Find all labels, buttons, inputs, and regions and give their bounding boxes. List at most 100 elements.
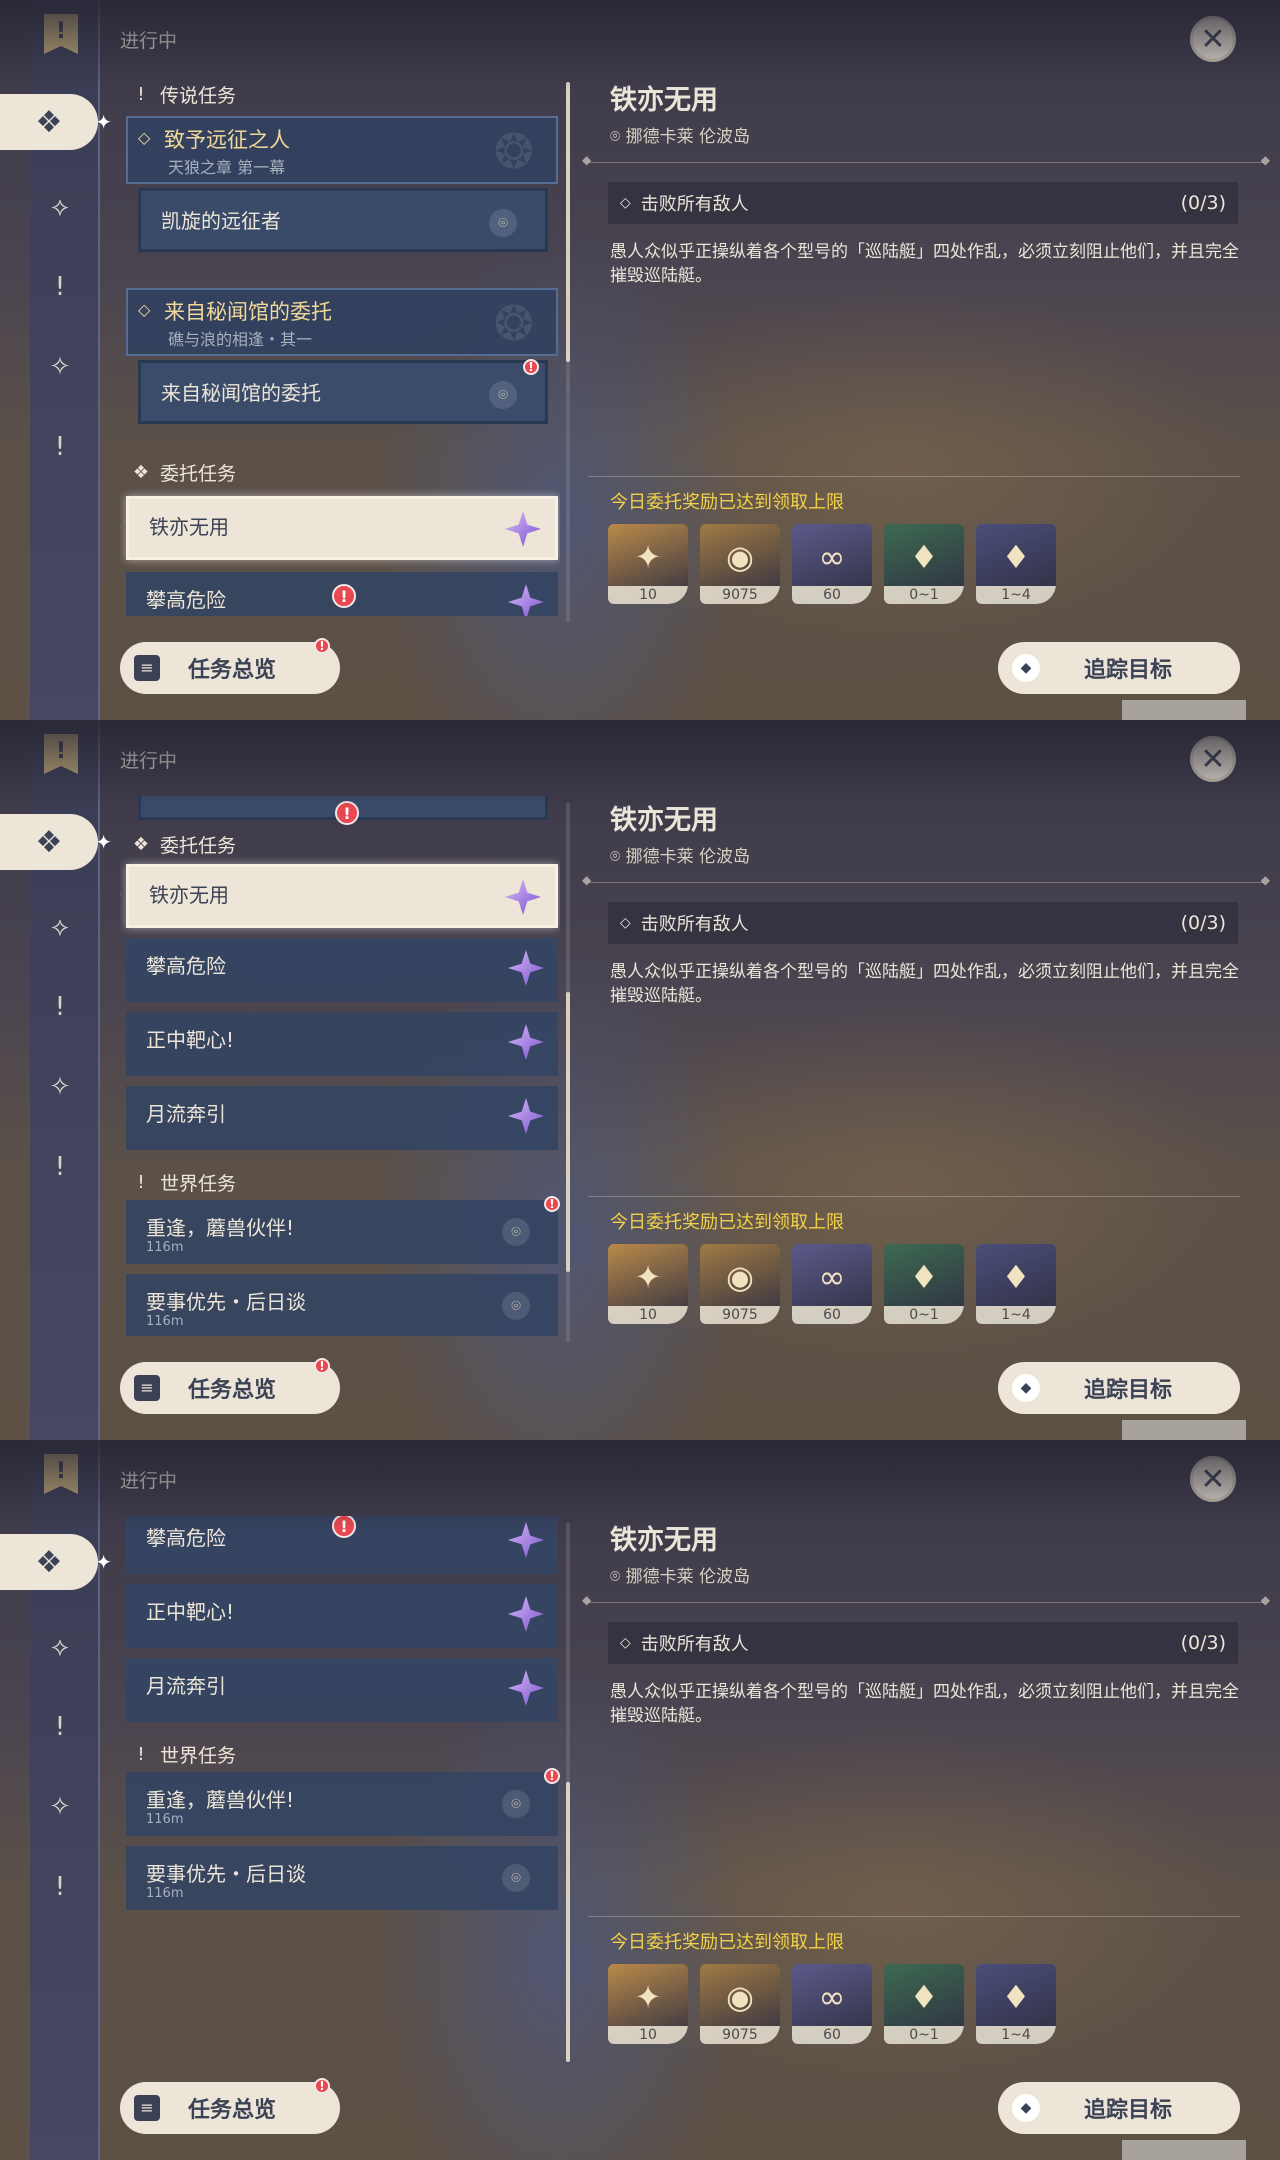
archon-quest-icon[interactable]: ⟡ (33, 180, 87, 234)
commission-gem-icon (508, 1522, 544, 1558)
location-text: 挪德卡莱 伦波岛 (625, 127, 751, 147)
track-target-button[interactable]: ◆ 追踪目标 (998, 2082, 1240, 2134)
mora-icon: ◉ (726, 1258, 754, 1296)
reward-item[interactable]: ◉ 9075 (700, 1964, 780, 2044)
chapter-title: 致予远征之人 (164, 128, 290, 152)
reward-item[interactable]: ♦ 0~1 (884, 1244, 964, 1324)
reward-count: 0~1 (884, 586, 964, 604)
quest-item[interactable]: 攀高危险 (126, 938, 558, 1002)
crystal-small-icon: ♦ (909, 538, 939, 576)
mora-icon: ◉ (726, 538, 754, 576)
location-pin-icon[interactable]: ⌾ (502, 1218, 530, 1246)
reward-item[interactable]: ✦ 10 (608, 1244, 688, 1324)
alert-badge: ! (314, 2078, 330, 2094)
scrollbar[interactable] (566, 802, 570, 1342)
alert-badge: ! (314, 638, 330, 654)
location-pin-icon[interactable]: ⌾ (489, 209, 517, 237)
quest-item[interactable]: 月流奔引 (126, 1658, 558, 1722)
location-pin-icon[interactable]: ⌾ (502, 1292, 530, 1320)
world-quest-icon[interactable]: ! (33, 260, 87, 314)
quest-item[interactable]: 重逢，蘑兽伙伴! 116m ⌾ ! (126, 1196, 560, 1264)
quest-item[interactable]: 月流奔引 (126, 1086, 558, 1150)
scroll-thumb[interactable] (566, 82, 570, 362)
story-quest-icon[interactable]: ✧ (33, 1780, 87, 1834)
companionship-exp-icon: ∞ (818, 538, 846, 576)
divider (588, 476, 1240, 477)
quest-item-selected[interactable]: 铁亦无用 (126, 496, 558, 560)
section-label: 委托任务 (160, 834, 237, 857)
quest-item[interactable]: 正中靶心! (126, 1012, 558, 1076)
quest-item[interactable]: 要事优先・后日谈 116m ⌾ (126, 1274, 558, 1336)
commission-gem-icon (508, 584, 544, 616)
exclaim-icon[interactable]: ! (33, 420, 87, 474)
archon-quest-icon[interactable]: ⟡ (33, 1620, 87, 1674)
commission-category-tab[interactable]: ❖ ✦ (0, 814, 112, 870)
close-icon: ✕ (1200, 1461, 1226, 1497)
reward-item[interactable]: ♦ 0~1 (884, 1964, 964, 2044)
quest-item[interactable]: 要事优先・后日谈 116m ⌾ (126, 1846, 558, 1910)
wave-emblem-icon: ❂ (493, 296, 534, 352)
quest-overview-button[interactable]: ≡ 任务总览 ! (120, 638, 340, 694)
section-legend: ! 传说任务 (120, 76, 560, 112)
close-button[interactable]: ✕ (1190, 736, 1236, 782)
world-quest-icon[interactable]: ! (33, 1700, 87, 1754)
track-target-button[interactable]: ◆ 追踪目标 (998, 642, 1240, 694)
location-pin-icon[interactable]: ⌾ (502, 1864, 530, 1892)
quest-title: 铁亦无用 (149, 515, 229, 539)
commission-icon: ❖ (35, 104, 63, 140)
reward-item[interactable]: ✦ 10 (608, 1964, 688, 2044)
reward-item[interactable]: ✦ 10 (608, 524, 688, 604)
reward-item[interactable]: ◉ 9075 (700, 1244, 780, 1324)
chapter-item[interactable]: ◇ 来自秘闻馆的委托 礁与浪的相逢・其一 ❂ (126, 288, 558, 356)
quest-item[interactable]: 攀高危险 ! (126, 572, 558, 616)
story-quest-icon[interactable]: ✧ (33, 1060, 87, 1114)
quest-overview-button[interactable]: ≡ 任务总览 ! (120, 2078, 340, 2134)
quest-item[interactable]: 来自秘闻馆的委托 ⌾ ! (138, 359, 548, 424)
quest-list[interactable]: 攀高危险 ! 正中靶心! 月流奔引 ! 世界任务 重逢，蘑兽伙伴! 116m ⌾ … (120, 1516, 560, 2056)
scrollbar[interactable] (566, 82, 570, 622)
reward-item[interactable]: ∞ 60 (792, 524, 872, 604)
selected-arrow-icon: ▶ (120, 886, 121, 902)
location-pin-icon[interactable]: ⌾ (489, 381, 517, 409)
close-button[interactable]: ✕ (1190, 1456, 1236, 1502)
quest-item-partial[interactable]: ! (138, 796, 548, 825)
track-target-button[interactable]: ◆ 追踪目标 (998, 1362, 1240, 1414)
story-quest-icon[interactable]: ✧ (33, 340, 87, 394)
quest-item[interactable]: 凯旋的远征者 ⌾ (138, 188, 548, 252)
exclaim-icon[interactable]: ! (33, 1860, 87, 1914)
location-pin-icon[interactable]: ⌾ (502, 1790, 530, 1818)
objective-diamond-icon: ◇ (620, 915, 631, 931)
reward-item[interactable]: ♦ 1~4 (976, 524, 1056, 604)
scroll-thumb[interactable] (566, 992, 570, 1272)
exclaim-icon[interactable]: ! (33, 1140, 87, 1194)
reward-count: 1~4 (976, 1306, 1056, 1324)
quest-item[interactable]: 重逢，蘑兽伙伴! 116m ⌾ ! (126, 1768, 560, 1836)
reward-item[interactable]: ∞ 60 (792, 1964, 872, 2044)
reward-count: 0~1 (884, 1306, 964, 1324)
world-quest-icon[interactable]: ! (33, 980, 87, 1034)
reward-item[interactable]: ∞ 60 (792, 1244, 872, 1324)
track-diamond-icon: ◆ (1012, 1374, 1040, 1402)
close-button[interactable]: ✕ (1190, 16, 1236, 62)
reward-item[interactable]: ♦ 1~4 (976, 1964, 1056, 2044)
commission-category-tab[interactable]: ❖ ✦ (0, 94, 112, 150)
sparkle-icon: ✦ (95, 1550, 112, 1574)
reward-item[interactable]: ♦ 1~4 (976, 1244, 1056, 1324)
chapter-item[interactable]: ◇ 致予远征之人 天狼之章 第一幕 ❂ (126, 116, 558, 184)
scrollbar[interactable] (566, 1522, 570, 2062)
crystal-cluster-icon: ♦ (1001, 1978, 1031, 2016)
book-icon: ≡ (134, 655, 160, 681)
quest-list[interactable]: ! 传说任务 ◇ 致予远征之人 天狼之章 第一幕 ❂ 凯旋的远征者 ⌾ ◇ 来自秘… (120, 76, 560, 616)
divider (582, 1593, 1270, 1607)
quest-list[interactable]: ! ❖ 委托任务 铁亦无用 ▶ 攀高危险 正中靶心! 月流奔引 ! 世界任务 重逢，… (120, 796, 560, 1336)
commission-category-tab[interactable]: ❖ ✦ (0, 1534, 112, 1590)
quest-item[interactable]: 正中靶心! (126, 1584, 558, 1648)
archon-quest-icon[interactable]: ⟡ (33, 900, 87, 954)
reward-item[interactable]: ♦ 0~1 (884, 524, 964, 604)
location-pin-icon: ⌾ (610, 127, 621, 147)
quest-item[interactable]: 攀高危险 ! (126, 1516, 558, 1574)
quest-item-selected[interactable]: 铁亦无用 (126, 864, 558, 928)
scroll-thumb[interactable] (566, 1782, 570, 2062)
quest-overview-button[interactable]: ≡ 任务总览 ! (120, 1358, 340, 1414)
reward-item[interactable]: ◉ 9075 (700, 524, 780, 604)
